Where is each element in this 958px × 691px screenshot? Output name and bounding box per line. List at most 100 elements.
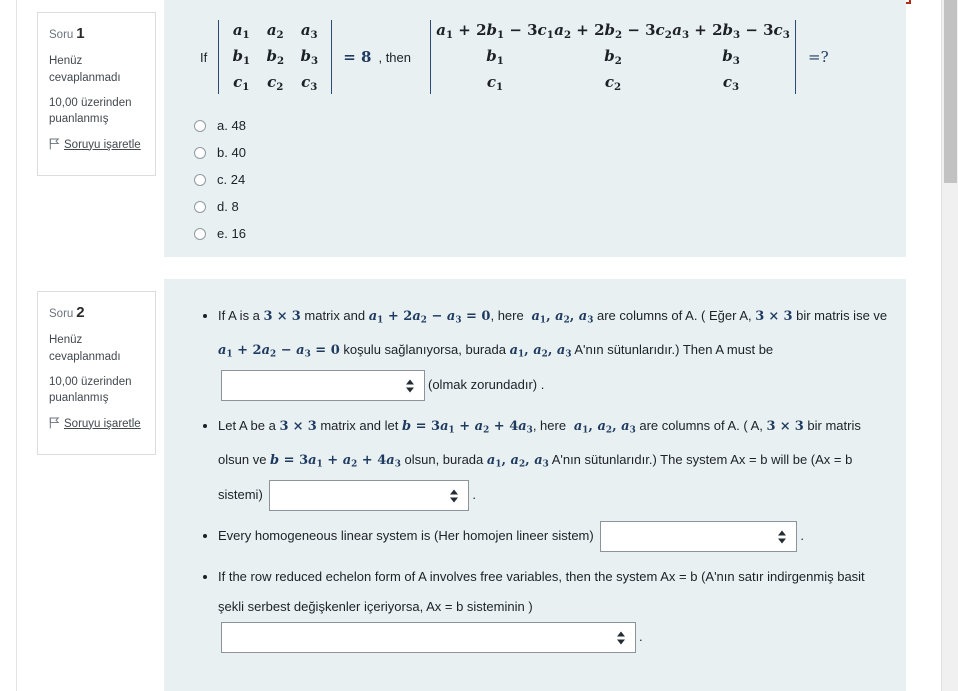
answer-value-a: 48 xyxy=(231,118,246,133)
radio-icon-a[interactable] xyxy=(194,119,206,132)
determinant-left: a1 a2 a3 b1 b2 b3 c1 c2 c3 xyxy=(213,18,337,96)
question-marks-1: 10,00 üzerinden puanlanmış xyxy=(49,96,132,126)
flag-icon xyxy=(49,138,60,150)
question-number-1: 1 xyxy=(76,25,85,42)
bullet1-part-g: A'nın sütunlarıdır.) Then A must be xyxy=(571,342,774,358)
quiz-attempt-page: Soru 1 Henüz cevaplanmadı 10,00 üzerinden… xyxy=(0,0,958,691)
answer-value-c: 24 xyxy=(230,172,246,187)
determinant-right-grid: a1 + 2b1 − 3c1 a2 + 2b2 − 3c2 a3 + 2b3 −… xyxy=(436,18,790,96)
cell-r2c3: b3 xyxy=(722,47,740,67)
question-content-2: If A is a 3 × 3 matrix and a1 + 2a2 − a3… xyxy=(164,279,906,691)
question-info-box-1: Soru 1 Henüz cevaplanmadı 10,00 üzerinden… xyxy=(37,12,156,176)
question-content-1: If a1 a2 a3 b1 b2 b3 c1 c2 c3 = 8 , then… xyxy=(164,0,906,257)
answer-value-d: 8 xyxy=(231,199,239,214)
answer-key-c: c. xyxy=(217,172,228,187)
bullet2-part-a: Let A be a xyxy=(218,418,280,433)
cell-r1c3: a3 + 2b3 − 3c3 xyxy=(672,21,790,41)
bullet1-part-e: bir matris ise ve xyxy=(792,308,888,323)
question-bullet-list: If A is a 3 × 3 matrix and a1 + 2a2 − a3… xyxy=(202,301,892,663)
cell-b1: b1 xyxy=(232,47,251,67)
determinant2-bar-right xyxy=(795,20,796,94)
bullet3-part-a: Every homogeneous linear system is (Her … xyxy=(218,528,598,543)
answer-option-b[interactable]: b. 40 xyxy=(194,139,246,166)
list-item: If the row reduced echelon form of A inv… xyxy=(202,562,892,654)
answer-option-d[interactable]: d. 8 xyxy=(194,193,246,220)
stem-if-label: If xyxy=(200,49,208,65)
determinant2-bar-left xyxy=(430,20,431,94)
flag-question-label-2: Soruyu işaretle xyxy=(64,417,141,430)
bullet1-part-b: matrix and xyxy=(300,308,369,323)
list-item: If A is a 3 × 3 matrix and a1 + 2a2 − a3… xyxy=(202,301,892,401)
answer-option-e[interactable]: e. 16 xyxy=(194,220,246,247)
chevron-updown-icon xyxy=(617,631,626,645)
determinant-equals-value: = 8 xyxy=(343,48,372,66)
answer-value-e: 16 xyxy=(231,226,246,241)
question-number-label-1: Soru 1 xyxy=(49,23,144,44)
bullet2-part-c: , here xyxy=(532,418,570,433)
page-left-rail xyxy=(0,0,17,691)
determinant-bar-right xyxy=(331,20,333,94)
cell-r1c1: a1 + 2b1 − 3c1 xyxy=(436,21,554,41)
question-number-2: 2 xyxy=(76,304,85,321)
cell-a2: a2 xyxy=(266,21,284,41)
radio-icon-e[interactable] xyxy=(194,227,206,240)
flag-icon xyxy=(49,417,60,429)
determinant-left-grid: a1 a2 a3 b1 b2 b3 c1 c2 c3 xyxy=(224,18,326,96)
radio-icon-c[interactable] xyxy=(194,173,206,186)
answer-select-4[interactable] xyxy=(221,622,636,654)
stem-then-label: , then xyxy=(378,49,411,65)
flag-question-link-2[interactable]: Soruyu işaretle xyxy=(49,416,144,432)
cell-b3: b3 xyxy=(300,47,319,67)
flag-question-link-1[interactable]: Soruyu işaretle xyxy=(49,137,144,153)
bullet4-part-h: . xyxy=(639,629,643,645)
list-item: Every homogeneous linear system is (Her … xyxy=(202,521,892,553)
determinant-bar-left xyxy=(218,20,220,94)
bullet1-part-a: If A is a xyxy=(218,308,264,323)
chevron-updown-icon xyxy=(778,530,787,544)
vertical-scrollbar[interactable] xyxy=(941,0,958,691)
cell-c2: c2 xyxy=(267,73,284,93)
cell-r2c2: b2 xyxy=(604,47,622,67)
cell-a1: a1 xyxy=(232,21,250,41)
bullet1-part-f: koşulu sağlanıyorsa, burada xyxy=(339,342,510,358)
question-state-1: Henüz cevaplanmadı xyxy=(49,55,121,84)
bullet1-part-d: are columns of A. ( Eğer A, xyxy=(593,308,756,323)
answer-option-list-1: a. 48 b. 40 c. 24 d. 8 e. 16 xyxy=(194,112,246,247)
answer-key-e: e. xyxy=(217,226,228,241)
radio-icon-b[interactable] xyxy=(194,146,206,159)
answer-key-a: a. xyxy=(217,118,228,133)
question-stem-1: If a1 a2 a3 b1 b2 b3 c1 c2 c3 = 8 , then… xyxy=(200,18,829,96)
question-info-box-2: Soru 2 Henüz cevaplanmadı 10,00 üzerinden… xyxy=(37,291,156,455)
bullet2-part-h: . xyxy=(472,486,477,502)
answer-option-c[interactable]: c. 24 xyxy=(194,166,246,193)
answer-select-3[interactable] xyxy=(600,521,798,553)
cell-c1: c1 xyxy=(233,73,250,93)
cell-r3c2: c2 xyxy=(604,73,622,93)
question-word-2: Soru xyxy=(49,308,74,320)
bullet2-part-f: olsun, burada xyxy=(400,452,487,468)
question-marks-2: 10,00 üzerinden puanlanmış xyxy=(49,375,132,405)
cell-r1c2: a2 + 2b2 − 3c2 xyxy=(554,21,672,41)
question-word-1: Soru xyxy=(49,29,74,41)
answer-key-d: d. xyxy=(217,199,228,214)
radio-icon-d[interactable] xyxy=(194,200,206,213)
answer-option-a[interactable]: a. 48 xyxy=(194,112,246,139)
cell-b2: b2 xyxy=(266,47,285,67)
bullet4-part-a: If the row reduced echelon form of A inv… xyxy=(218,569,865,615)
bullet2-part-b: matrix and let xyxy=(316,418,402,433)
determinant-result-label: =? xyxy=(808,48,829,66)
answer-select-1[interactable] xyxy=(221,370,425,401)
scrollbar-thumb[interactable] xyxy=(944,0,957,183)
cell-c3: c3 xyxy=(301,73,318,93)
cell-r3c1: c1 xyxy=(486,73,504,93)
chevron-updown-icon xyxy=(450,489,459,502)
answer-value-b: 40 xyxy=(231,145,246,160)
cell-r3c3: c3 xyxy=(722,73,740,93)
bullet1-part-h: (olmak zorundadır) . xyxy=(428,376,545,392)
list-item: Let A be a 3 × 3 matrix and let b = 3a1 … xyxy=(202,411,892,511)
answer-select-2[interactable] xyxy=(269,480,470,511)
cell-a3: a3 xyxy=(300,21,318,41)
chevron-updown-icon xyxy=(406,379,415,392)
bullet3-part-h: . xyxy=(800,528,804,543)
bullet1-part-c: , here xyxy=(490,308,528,323)
